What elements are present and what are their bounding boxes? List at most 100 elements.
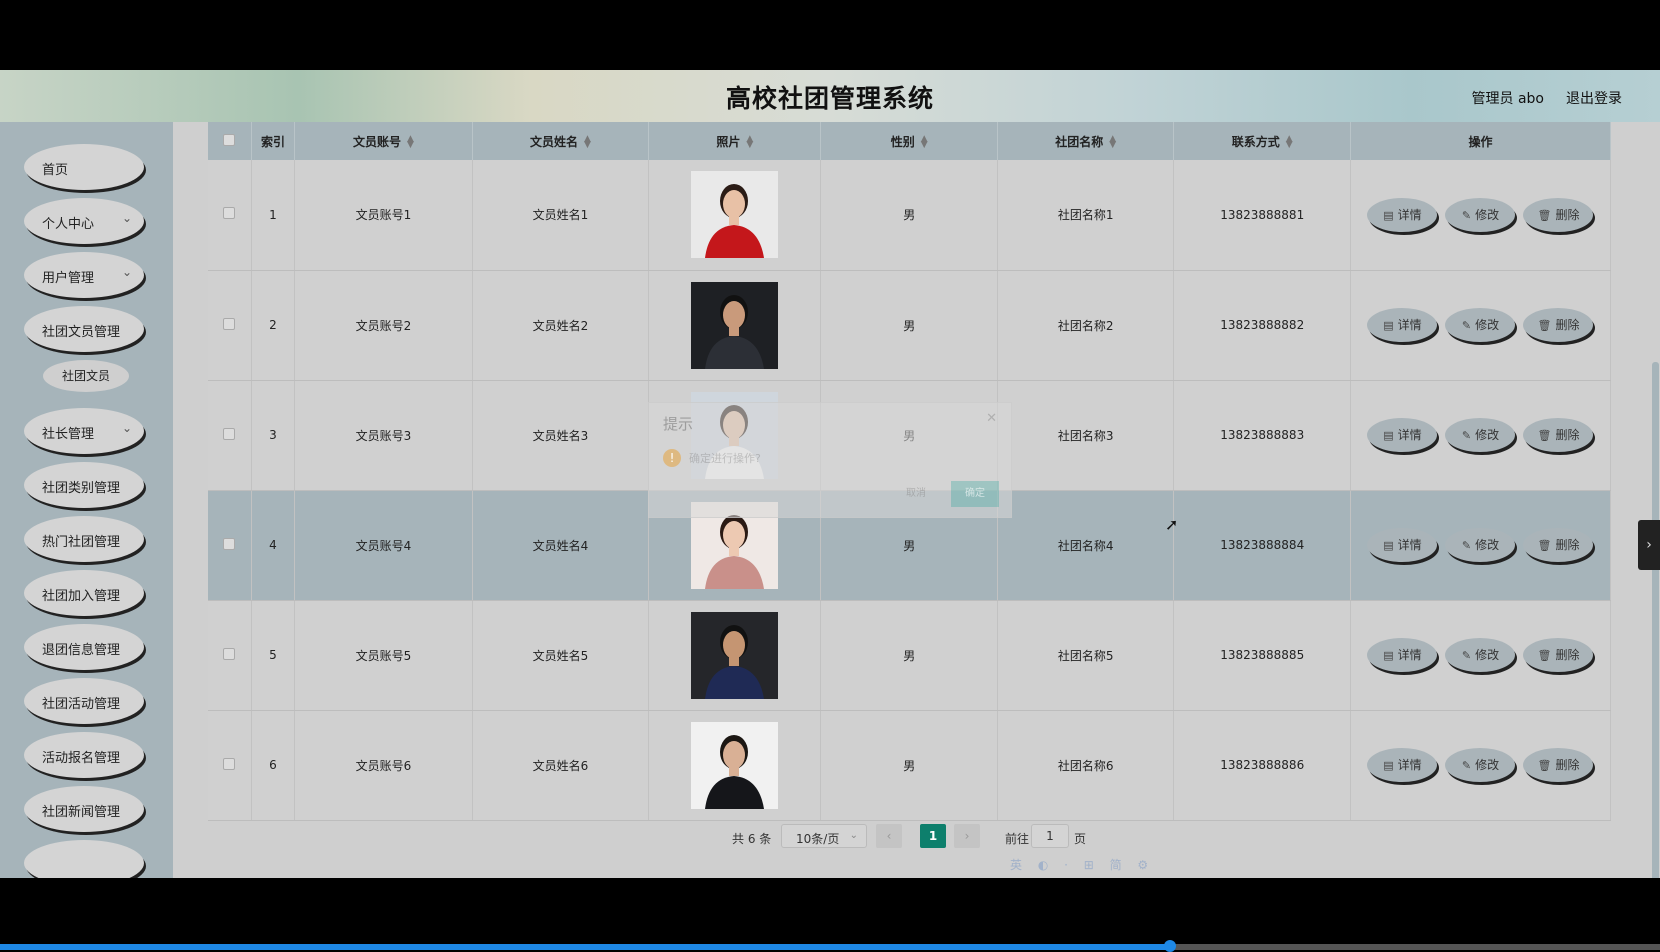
col-index: 索引: [251, 122, 296, 160]
page-suffix: 页: [1074, 832, 1087, 846]
dialog-cancel-button[interactable]: 取消: [895, 481, 937, 507]
clerk-photo[interactable]: [691, 281, 779, 369]
edit-button[interactable]: ✎ 修改: [1445, 197, 1516, 232]
page-title: 高校社团管理系统: [725, 84, 934, 113]
pencil-icon: ✎: [1461, 539, 1472, 552]
goto-page-input[interactable]: 1: [1031, 824, 1069, 848]
table-row[interactable]: 6 文员账号6 文员姓名6 男社团名称6 13823888886 ▤ 详情 ✎ 修改 🗑 删除: [208, 710, 1612, 821]
table-row[interactable]: 5 文员账号5 文员姓名5 男社团名称5 13823888885 ▤ 详情 ✎ 修改 🗑 删除: [208, 600, 1612, 711]
cell-index: 5: [251, 600, 296, 711]
chevron-down-icon: ⌄: [849, 830, 858, 841]
select-all-checkbox[interactable]: [208, 122, 252, 160]
clerk-photo[interactable]: [691, 611, 779, 699]
sort-icon: ▲ ▼: [746, 134, 754, 150]
edit-button[interactable]: ✎ 修改: [1445, 308, 1516, 342]
cell-photo: [648, 710, 822, 821]
cell-index: 1: [251, 160, 296, 271]
row-checkbox[interactable]: [208, 490, 252, 601]
dialog-message: 确定进行操作?: [689, 452, 761, 465]
cell-name: 文员姓名4: [472, 490, 650, 601]
cell-name: 文员姓名2: [472, 270, 650, 381]
sidebar-item[interactable]: 活动报名管理: [24, 732, 144, 778]
delete-button[interactable]: 🗑 删除: [1523, 197, 1594, 232]
detail-button[interactable]: ▤ 详情: [1367, 418, 1438, 452]
table-row[interactable]: 1 文员账号1 文员姓名1 男社团名称1 13823888881 ▤ 详情 ✎ 修改 🗑 删除: [208, 160, 1612, 271]
col-photo[interactable]: 照片 ▲ ▼: [648, 122, 822, 160]
pencil-icon: ✎: [1461, 319, 1472, 332]
sidebar-item[interactable]: 社团新闻管理: [24, 786, 144, 832]
col-club[interactable]: 社团名称 ▲ ▼: [997, 122, 1175, 160]
cell-club: 社团名称2: [997, 270, 1175, 381]
admin-user-label: 管理员 abo: [1471, 91, 1544, 107]
progress-knob[interactable]: [1164, 940, 1177, 952]
sidebar-item[interactable]: 首页: [24, 144, 144, 190]
col-phone[interactable]: 联系方式 ▲ ▼: [1173, 122, 1351, 160]
delete-button[interactable]: 🗑 删除: [1523, 638, 1594, 672]
scrollbar-thumb[interactable]: [1652, 362, 1659, 878]
sort-icon: ▲ ▼: [1109, 134, 1117, 150]
sidebar-item-label: 社团类别管理: [42, 481, 121, 496]
close-icon[interactable]: ✕: [986, 411, 997, 426]
sidebar-item[interactable]: 用户管理 ⌄: [24, 252, 144, 298]
detail-button[interactable]: ▤ 详情: [1367, 528, 1438, 562]
col-account[interactable]: 文员账号 ▲ ▼: [294, 122, 473, 160]
sidebar-item[interactable]: 热门社团管理: [24, 516, 144, 562]
scrollbar[interactable]: [1650, 122, 1660, 878]
cell-photo: [648, 600, 822, 711]
logout-link[interactable]: 退出登录: [1566, 88, 1622, 108]
sidebar-item[interactable]: 个人中心 ⌄: [24, 198, 144, 244]
trash-icon: 🗑: [1537, 208, 1552, 222]
dialog-ok-button[interactable]: 确定: [951, 481, 999, 507]
chevron-right-icon[interactable]: ›: [1638, 520, 1660, 570]
delete-button[interactable]: 🗑 删除: [1523, 418, 1594, 452]
cell-gender: 男: [820, 600, 998, 711]
sidebar-item[interactable]: 社团加入管理: [24, 570, 144, 616]
row-checkbox[interactable]: [208, 710, 252, 821]
pencil-icon: ✎: [1461, 429, 1472, 442]
row-checkbox[interactable]: [208, 160, 252, 271]
cell-index: 3: [251, 380, 296, 491]
clerk-photo[interactable]: [691, 171, 779, 259]
row-checkbox[interactable]: [208, 270, 252, 381]
document-icon: ▤: [1383, 429, 1394, 442]
edit-button[interactable]: ✎ 修改: [1445, 418, 1516, 452]
cell-phone: 13823888881: [1173, 160, 1351, 271]
detail-button[interactable]: ▤ 详情: [1367, 308, 1438, 342]
delete-button[interactable]: 🗑 删除: [1523, 528, 1594, 562]
edit-button[interactable]: ✎ 修改: [1445, 638, 1516, 672]
sidebar-item-label: 社团活动管理: [42, 697, 121, 712]
col-gender[interactable]: 性别 ▲ ▼: [820, 122, 998, 160]
confirm-dialog: 提示 ✕ ! 确定进行操作? 取消 确定: [648, 402, 1012, 518]
next-page-button[interactable]: ›: [954, 824, 980, 848]
sidebar-item-label: 社团文员管理: [42, 325, 121, 340]
sidebar-item[interactable]: 社团活动管理: [24, 678, 144, 724]
delete-button[interactable]: 🗑 删除: [1523, 308, 1594, 342]
detail-button[interactable]: ▤ 详情: [1367, 197, 1438, 232]
row-checkbox[interactable]: [208, 380, 252, 491]
cell-gender: 男: [820, 710, 998, 821]
video-progress-bar[interactable]: [0, 940, 1660, 952]
row-checkbox[interactable]: [208, 600, 252, 711]
ime-toolbar[interactable]: 英 ◐ · ⊞ 简 ⚙: [1010, 856, 1154, 874]
detail-button[interactable]: ▤ 详情: [1367, 748, 1438, 782]
sidebar-item[interactable]: 社团文员管理: [24, 306, 144, 352]
edit-button[interactable]: ✎ 修改: [1445, 748, 1516, 782]
sidebar-subitem-clerk[interactable]: 社团文员: [43, 360, 129, 392]
edit-button[interactable]: ✎ 修改: [1445, 528, 1516, 562]
page-size-select[interactable]: 10条/页 ⌄: [781, 824, 867, 848]
cell-account: 文员账号6: [294, 710, 473, 821]
detail-button[interactable]: ▤ 详情: [1367, 638, 1438, 672]
delete-button[interactable]: 🗑 删除: [1523, 748, 1594, 782]
clerk-photo[interactable]: [691, 721, 779, 809]
sidebar-item[interactable]: 退团信息管理: [24, 624, 144, 670]
sidebar-item[interactable]: 社长管理 ⌄: [24, 408, 144, 454]
goto-label: 前往: [1005, 832, 1030, 846]
trash-icon: 🗑: [1537, 429, 1552, 442]
sidebar-item-partial[interactable]: [24, 840, 144, 878]
table-row[interactable]: 2 文员账号2 文员姓名2 男社团名称2 13823888882 ▤ 详情 ✎ 修改 🗑 删除: [208, 270, 1612, 381]
col-name[interactable]: 文员姓名 ▲ ▼: [472, 122, 650, 160]
prev-page-button[interactable]: ‹: [876, 824, 902, 848]
sidebar-item[interactable]: 社团类别管理: [24, 462, 144, 508]
page-number-current[interactable]: 1: [920, 824, 946, 848]
sort-icon: ▲ ▼: [406, 134, 414, 150]
